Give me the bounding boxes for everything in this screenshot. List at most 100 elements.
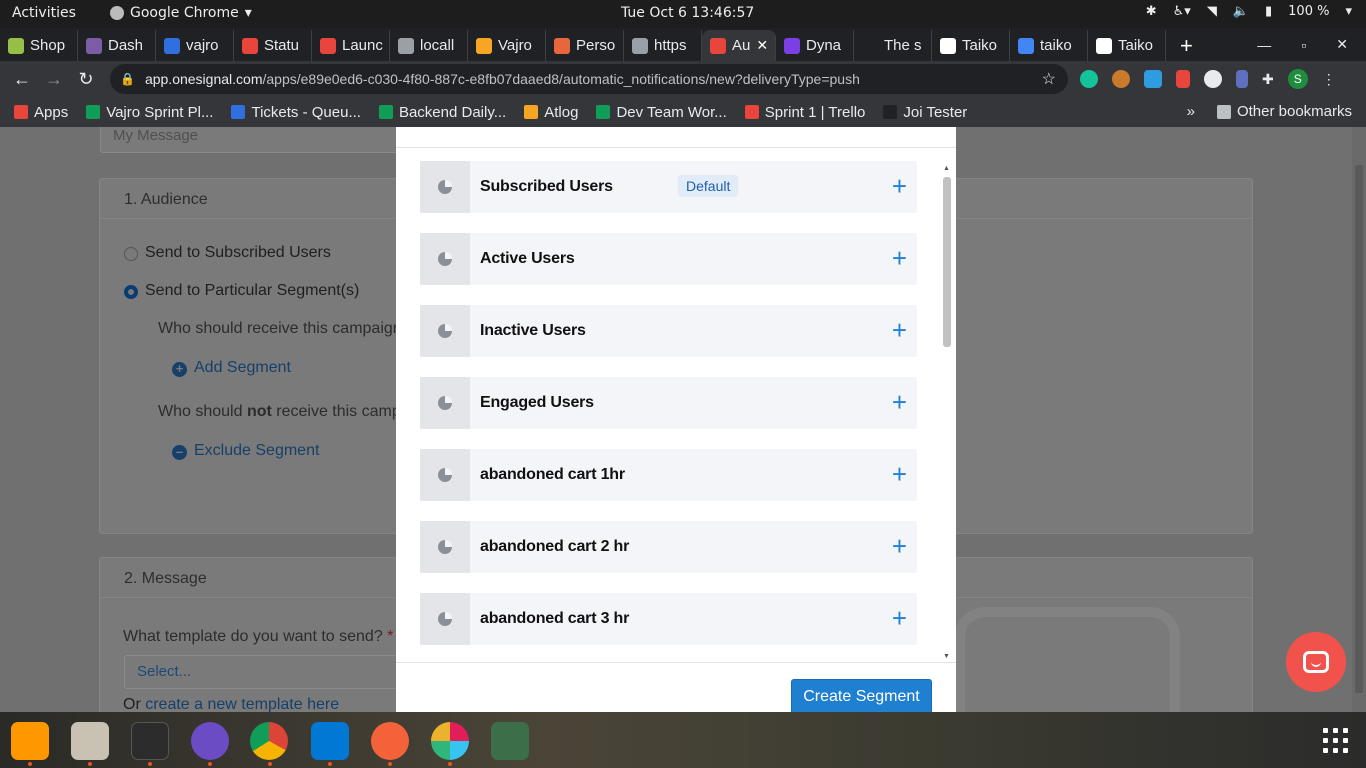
browser-tab[interactable]: vajro (156, 30, 234, 61)
files-icon[interactable] (71, 722, 109, 760)
add-segment-plus-icon[interactable]: + (892, 245, 907, 271)
add-segment-plus-icon[interactable]: + (892, 317, 907, 343)
template-select[interactable]: Select... (124, 655, 414, 689)
tab-favicon-icon (710, 37, 726, 54)
avatar[interactable]: S (1287, 69, 1308, 89)
maximize-icon[interactable]: ▫ (1301, 37, 1306, 53)
page-scrollbar[interactable] (1352, 127, 1366, 712)
segment-row[interactable]: Inactive Users + (420, 305, 917, 357)
bookmark-item[interactable]: Tickets - Queu... (231, 104, 361, 121)
new-tab-icon[interactable]: + (1180, 33, 1193, 59)
browser-tab[interactable]: Shop (0, 30, 78, 61)
vivaldi-like-icon[interactable] (1176, 70, 1190, 88)
tab-strip: Shop Dash vajro Statu Launc locall Vajro Perso h… (0, 28, 1366, 61)
exclude-segment-link[interactable]: Exclude Segment (194, 442, 319, 460)
bookmark-item[interactable]: Sprint 1 | Trello (744, 103, 866, 121)
extension-circle-icon[interactable] (1204, 70, 1222, 88)
system-tray[interactable]: ✱ ♿▾ ◥ 🔈 ▮ 100 % ▾ (1146, 4, 1352, 19)
browser-tab[interactable]: Perso (546, 30, 624, 61)
lock-icon[interactable]: 🔒 (120, 72, 135, 86)
page-scrollbar-thumb[interactable] (1355, 165, 1363, 693)
segment-row[interactable]: Subscribed Users Default + (420, 161, 917, 213)
add-segment-plus-icon[interactable]: + (892, 605, 907, 631)
add-segment-plus-icon[interactable]: + (892, 173, 907, 199)
slack-icon[interactable] (431, 722, 469, 760)
clock[interactable]: Tue Oct 6 13:46:57 (621, 5, 754, 21)
scroll-up-icon[interactable]: ▲ (943, 165, 950, 172)
segment-row[interactable]: abandoned cart 3 hr + (420, 593, 917, 645)
browser-tab[interactable]: Au ✕ (702, 30, 776, 61)
browser-tab[interactable]: Launc (312, 30, 390, 61)
other-bookmarks[interactable]: Other bookmarks (1216, 103, 1352, 120)
slack-tray-icon[interactable]: ✱ (1146, 4, 1157, 19)
bookmark-label: Sprint 1 | Trello (764, 103, 866, 121)
scroll-down-icon[interactable]: ▼ (943, 653, 950, 660)
menu-dots-icon[interactable]: ⋮ (1322, 71, 1336, 88)
reload-icon[interactable]: ↻ (70, 69, 102, 90)
add-segment-plus-icon[interactable]: + (892, 533, 907, 559)
radio-subscribed[interactable] (124, 247, 138, 261)
browser-tab[interactable]: Dash (78, 30, 156, 61)
modal-scrollbar-thumb[interactable] (943, 177, 951, 347)
sublime-text-icon[interactable] (11, 722, 49, 760)
activities-button[interactable]: Activities (12, 5, 76, 21)
browser-tab[interactable]: The s (854, 30, 932, 61)
bookmark-item[interactable]: Joi Tester (883, 104, 967, 121)
add-segment-plus-icon[interactable]: + (892, 389, 907, 415)
extension-grid-icon[interactable] (1236, 70, 1248, 88)
create-segment-button[interactable]: Create Segment (791, 679, 932, 712)
browser-tab[interactable]: taiko (1010, 30, 1088, 61)
segment-row[interactable]: Active Users + (420, 233, 917, 285)
forward-arrow-icon[interactable]: → (38, 69, 70, 90)
browser-tab[interactable]: Dyna (776, 30, 854, 61)
segment-row[interactable]: Engaged Users + (420, 377, 917, 429)
segment-row[interactable]: abandoned cart 1hr + (420, 449, 917, 501)
browser-tab[interactable]: https (624, 30, 702, 61)
add-segment-link[interactable]: Add Segment (194, 359, 291, 377)
segment-name: abandoned cart 3 hr (480, 610, 630, 627)
puzzle-icon[interactable]: ✚ (1262, 71, 1274, 88)
chevron-double-right-icon[interactable]: » (1187, 103, 1195, 120)
tab-close-icon[interactable]: ✕ (756, 37, 768, 54)
browser-tab[interactable]: Statu (234, 30, 312, 61)
bookmark-item[interactable]: Apps (14, 104, 68, 121)
bookmark-item[interactable]: Dev Team Wor... (596, 104, 727, 121)
postman-icon[interactable] (371, 722, 409, 760)
accessibility-icon[interactable]: ♿▾ (1173, 4, 1191, 19)
terminal-icon[interactable] (131, 722, 169, 760)
star-icon[interactable]: ☆ (1042, 69, 1056, 89)
browser-tab[interactable]: Taiko (932, 30, 1010, 61)
tab-favicon-icon (398, 37, 414, 54)
bookmark-item[interactable]: Atlog (524, 104, 578, 121)
radio-segments[interactable] (124, 285, 138, 299)
browser-tab[interactable]: locall (390, 30, 468, 61)
create-template-link[interactable]: create a new template here (145, 696, 339, 712)
modal-scrollbar[interactable]: ▲ ▼ (940, 165, 954, 660)
vscode-icon[interactable] (311, 722, 349, 760)
browser-tab[interactable]: Vajro (468, 30, 546, 61)
browser-tab[interactable]: Taiko (1088, 30, 1166, 61)
address-bar[interactable]: 🔒 app.onesignal.com /apps/e89e0ed6-c030-… (110, 64, 1068, 94)
template-question: What template do you want to send? * (123, 628, 393, 646)
installer-icon[interactable] (491, 722, 529, 760)
message-input[interactable]: My Message (100, 127, 430, 153)
owl-app-icon[interactable] (191, 722, 229, 760)
show-applications-icon[interactable] (1323, 728, 1349, 754)
plus-circle-icon[interactable]: + (172, 362, 187, 377)
cookie-icon[interactable] (1112, 70, 1130, 88)
bookmark-item[interactable]: Vajro Sprint Pl... (86, 104, 213, 121)
bookmark-item[interactable]: Backend Daily... (378, 104, 506, 121)
add-segment-plus-icon[interactable]: + (892, 461, 907, 487)
grammarly-icon[interactable] (1080, 70, 1098, 88)
bookmarks-overflow-area: » Other bookmarks (1187, 103, 1352, 120)
minus-circle-icon[interactable]: – (172, 445, 187, 460)
close-icon[interactable]: ✕ (1336, 36, 1348, 53)
extension-u-icon[interactable] (1144, 70, 1162, 88)
chat-launcher[interactable] (1286, 632, 1346, 692)
chrome-dock-icon[interactable] (250, 722, 288, 760)
bookmark-favicon-icon (231, 105, 246, 119)
back-arrow-icon[interactable]: ← (6, 69, 38, 90)
minimize-icon[interactable]: — (1257, 37, 1271, 53)
segment-row[interactable]: abandoned cart 2 hr + (420, 521, 917, 573)
app-menu[interactable]: Google Chrome ▾ (110, 5, 252, 21)
